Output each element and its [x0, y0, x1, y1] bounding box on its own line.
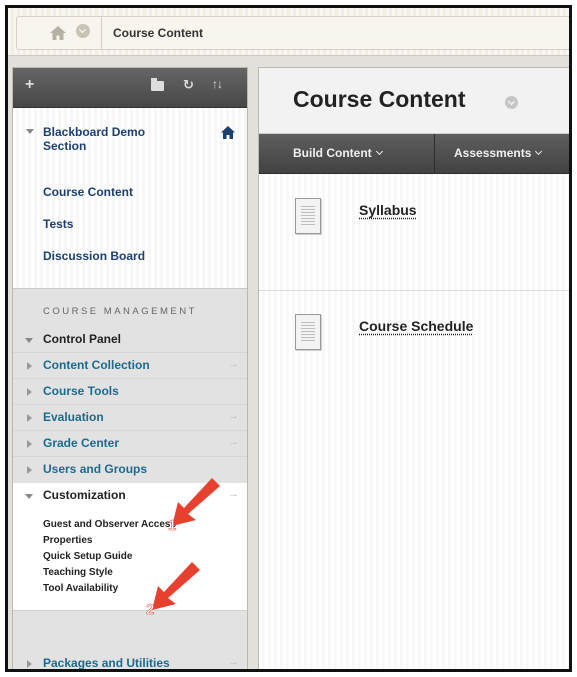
packages-label: Packages and Utilities [43, 656, 170, 670]
panel-item-grade-center[interactable]: Grade Center → [13, 431, 247, 457]
sub-item-guest-observer-access[interactable]: Guest and Observer Access [43, 519, 176, 530]
panel-item-label: Users and Groups [43, 462, 148, 476]
arrow-right-icon: → [228, 656, 239, 668]
document-icon [295, 198, 321, 234]
breadcrumb-divider [101, 17, 102, 49]
panel-item-course-tools[interactable]: Course Tools [13, 379, 247, 405]
page-title: Course Content [293, 86, 466, 112]
panel-item-label: Content Collection [43, 358, 150, 372]
arrow-right-icon: → [228, 410, 239, 422]
sub-item-quick-setup-guide[interactable]: Quick Setup Guide [43, 551, 132, 562]
customization-label: Customization [43, 488, 126, 502]
action-divider [434, 134, 435, 174]
callout-arrow-1: 1 [168, 478, 220, 532]
plus-icon[interactable]: + [25, 76, 34, 94]
refresh-icon[interactable]: ↻ [183, 77, 194, 93]
course-management-header: COURSE MANAGEMENT [43, 306, 197, 317]
menu-link-course-content[interactable]: Course Content [43, 185, 133, 199]
panel-item-evaluation[interactable]: Evaluation → [13, 405, 247, 431]
chevron-down-icon [535, 147, 543, 156]
course-menu-toolbar: + ↻ ↑↓ [13, 68, 247, 108]
content-item-title[interactable]: Syllabus [359, 202, 417, 218]
home-icon[interactable] [50, 26, 66, 40]
course-menu: + ↻ ↑↓ Blackboard Demo Section Course Co… [12, 67, 248, 670]
panel-item-label: Course Tools [43, 384, 119, 398]
chevron-down-icon [375, 147, 383, 156]
breadcrumb-bar: Course Content [8, 8, 569, 56]
control-panel-label: Control Panel [43, 332, 122, 346]
packages-and-utilities-row[interactable]: Packages and Utilities → [13, 651, 247, 670]
assessments-button[interactable]: Assessments [454, 146, 543, 160]
content-item-title[interactable]: Course Schedule [359, 318, 473, 334]
collapsed-triangle-icon [27, 388, 32, 396]
assessments-label: Assessments [454, 146, 532, 160]
callout-number-1: 1 [168, 517, 176, 532]
document-icon [295, 314, 321, 350]
course-title[interactable]: Blackboard Demo Section [43, 125, 183, 153]
chevron-down-icon[interactable] [505, 96, 518, 109]
callout-number-2: 2 [146, 601, 154, 616]
collapsed-triangle-icon [27, 414, 32, 422]
action-bar: Build Content Assessments [259, 134, 569, 174]
sub-item-teaching-style[interactable]: Teaching Style [43, 567, 113, 578]
folder-icon[interactable] [151, 78, 164, 91]
breadcrumb-current: Course Content [113, 26, 203, 40]
menu-link-tests[interactable]: Tests [43, 217, 73, 231]
breadcrumb: Course Content [16, 16, 569, 50]
arrow-right-icon: → [228, 488, 239, 500]
control-panel-row[interactable]: Control Panel [13, 327, 247, 353]
collapsed-triangle-icon [27, 466, 32, 474]
course-home-icon[interactable] [221, 126, 235, 139]
build-content-button[interactable]: Build Content [293, 146, 383, 160]
panel-item-content-collection[interactable]: Content Collection → [13, 353, 247, 379]
arrow-right-icon: → [228, 358, 239, 370]
item-divider [259, 290, 569, 291]
collapse-triangle-icon[interactable] [26, 129, 34, 134]
collapsed-triangle-icon [27, 362, 32, 370]
chevron-down-icon[interactable] [76, 24, 90, 38]
content-area: Course Content Build Content Assessments… [258, 67, 569, 669]
sub-item-tool-availability[interactable]: Tool Availability [43, 583, 118, 594]
collapsed-triangle-icon [27, 660, 32, 668]
build-content-label: Build Content [293, 146, 372, 160]
app-frame: Course Content + ↻ ↑↓ Blackboard Demo Se… [5, 5, 572, 672]
callout-arrow-2: 2 [146, 562, 200, 616]
expanded-triangle-icon [25, 338, 33, 343]
sort-icon[interactable]: ↑↓ [212, 77, 223, 91]
course-links-section: Blackboard Demo Section Course Content T… [13, 108, 247, 288]
content-header: Course Content [259, 68, 569, 134]
collapsed-triangle-icon [27, 440, 32, 448]
menu-link-discussion-board[interactable]: Discussion Board [43, 249, 145, 263]
panel-item-label: Grade Center [43, 436, 120, 450]
panel-item-label: Evaluation [43, 410, 104, 424]
sub-item-properties[interactable]: Properties [43, 535, 92, 546]
arrow-right-icon: → [228, 436, 239, 448]
expanded-triangle-icon [25, 494, 33, 499]
